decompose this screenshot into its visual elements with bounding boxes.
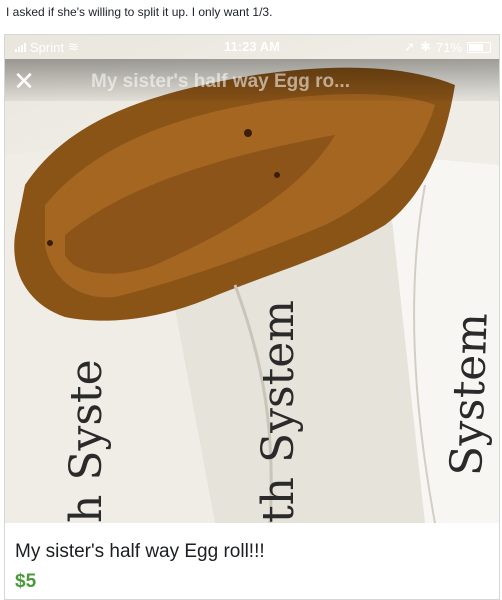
status-bar: Sprint ≋ 11:23 AM ➚ ✱ 71% xyxy=(5,35,499,59)
bluetooth-icon: ✱ xyxy=(420,39,431,54)
listing-photo: h Syste th System System xyxy=(5,35,499,523)
listing-header: ✕ My sister's half way Egg ro... xyxy=(5,59,499,101)
marketplace-screenshot: h Syste th System System Sprint ≋ 11:23 … xyxy=(4,34,500,600)
wrapper-print-left: h Syste xyxy=(61,359,112,523)
battery-percent: 71% xyxy=(435,39,462,55)
location-icon: ➚ xyxy=(404,39,416,54)
battery-icon xyxy=(467,41,491,53)
listing-price: $5 xyxy=(15,571,37,592)
listing-title[interactable]: My sister's half way Egg roll!!! xyxy=(15,541,265,563)
close-icon[interactable]: ✕ xyxy=(11,68,37,94)
wrapper-print-middle: th System xyxy=(253,299,304,523)
header-title: My sister's half way Egg ro... xyxy=(91,71,350,92)
listing-details: My sister's half way Egg roll!!! $5 xyxy=(5,523,499,599)
wrapper-print-right: System xyxy=(441,312,498,477)
post-caption: I asked if she's willing to split it up.… xyxy=(6,5,273,19)
